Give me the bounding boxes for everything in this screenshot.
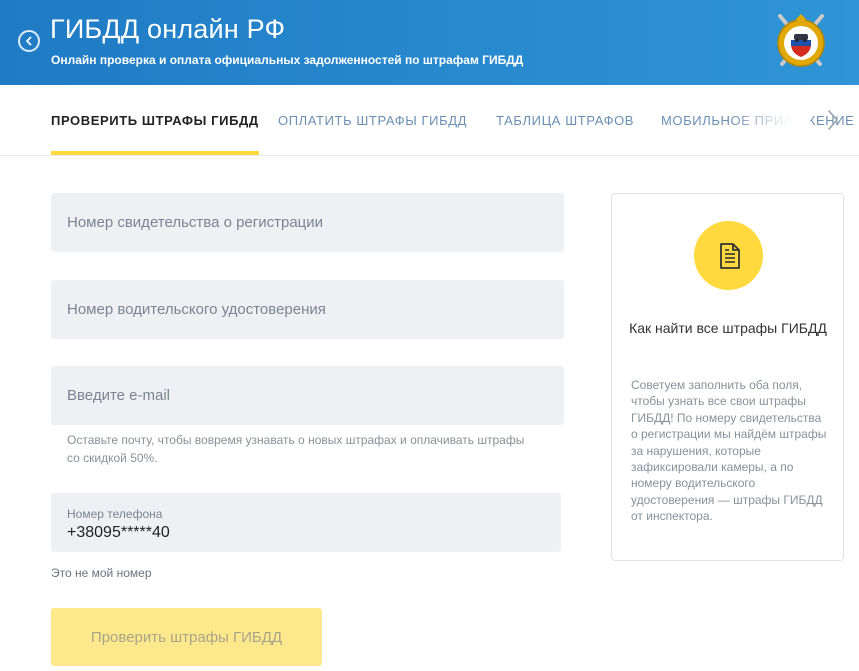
back-button[interactable] [18, 30, 40, 52]
info-text: Советуем заполнить оба поля, чтобы узнат… [631, 378, 827, 524]
registration-number-input[interactable] [51, 193, 564, 252]
app-title: ГИБДД онлайн РФ [50, 14, 286, 44]
tab-fade-overlay [730, 85, 810, 155]
phone-field[interactable]: Номер телефона +38095*****40 [51, 493, 561, 552]
phone-value[interactable]: +38095*****40 [67, 524, 170, 542]
email-field [51, 366, 564, 425]
not-my-number-link[interactable]: Это не мой номер [51, 566, 152, 580]
registration-number-field [51, 193, 564, 252]
email-hint: Оставьте почту, чтобы вовремя узнавать о… [67, 433, 525, 465]
chevron-left-icon [26, 36, 32, 46]
license-number-field [51, 280, 564, 339]
info-title: Как найти все штрафы ГИБДД [629, 320, 827, 336]
tab-check-fines[interactable]: Проверить штрафы ГИБДД [51, 85, 259, 155]
phone-label: Номер телефона [67, 507, 163, 521]
tab-pay-fines[interactable]: Оплатить штрафы ГИБДД [278, 85, 467, 155]
app-subtitle: Онлайн проверка и оплата официальных зад… [51, 53, 524, 67]
gibdd-emblem-icon [777, 14, 825, 67]
app-header: ГИБДД онлайн РФ Онлайн проверка и оплата… [0, 0, 859, 85]
license-number-input[interactable] [51, 280, 564, 339]
document-icon [719, 242, 740, 269]
check-fines-button[interactable]: Проверить штрафы ГИБДД [51, 608, 322, 666]
tab-bar: Проверить штрафы ГИБДД Оплатить штрафы Г… [0, 85, 859, 156]
info-icon-circle [694, 221, 763, 290]
info-card: Как найти все штрафы ГИБДД Советуем запо… [611, 193, 844, 561]
email-input[interactable] [51, 366, 564, 425]
tab-fines-table[interactable]: Таблица штрафов [496, 85, 634, 155]
chevron-right-icon [828, 110, 838, 130]
tabs-next-button[interactable] [820, 107, 846, 133]
